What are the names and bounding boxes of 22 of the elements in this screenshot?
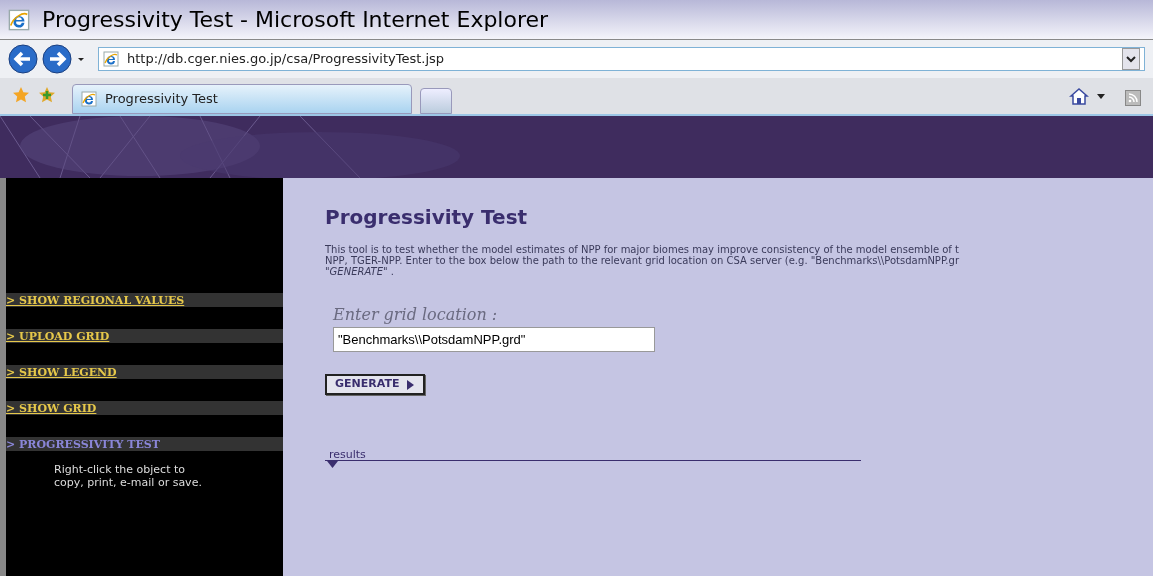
- dropdown-caret-icon[interactable]: [1122, 48, 1140, 70]
- page-heading: Progressivity Test: [325, 204, 529, 231]
- field-label: Enter grid location :: [333, 304, 499, 326]
- ie-logo-icon: [103, 51, 119, 67]
- play-icon: [407, 379, 415, 390]
- sidebar-note: Right-click the object to copy, print, e-mail or save.: [53, 463, 203, 489]
- address-field[interactable]: http://db.cger.nies.go.jp/csa/ProgressivityTest.jsp: [98, 47, 1145, 71]
- ie-logo-icon: [8, 8, 30, 31]
- add-favorite-icon[interactable]: [38, 86, 56, 104]
- star-icon[interactable]: [12, 86, 30, 104]
- feed-icon[interactable]: [1125, 90, 1141, 106]
- generate-button[interactable]: GENERATE: [325, 374, 425, 395]
- back-icon[interactable]: [8, 44, 38, 74]
- grid-location-field[interactable]: "Benchmarks\\PotsdamNPP.grd": [333, 327, 655, 352]
- forward-icon[interactable]: [42, 44, 72, 74]
- browser-tab[interactable]: Progressivity Test: [72, 84, 412, 114]
- dropdown-caret-icon[interactable]: [1097, 94, 1105, 100]
- home-icon[interactable]: [1069, 86, 1089, 106]
- window-title: Progressivity Test - Microsoft Internet Explorer: [42, 6, 549, 34]
- ie-logo-icon: [81, 91, 97, 107]
- description: This tool is to test whether the model estimates of NPP for major biomes may improve consistency of the model ensemble of t NPP, TGER-NPP. Enter to the box below the path to the relevant grid location on CSA server (e.g. "Benchmarks\\PotsdamNPP.gr "GENERATE" .: [325, 244, 960, 277]
- results-label: results: [329, 449, 367, 460]
